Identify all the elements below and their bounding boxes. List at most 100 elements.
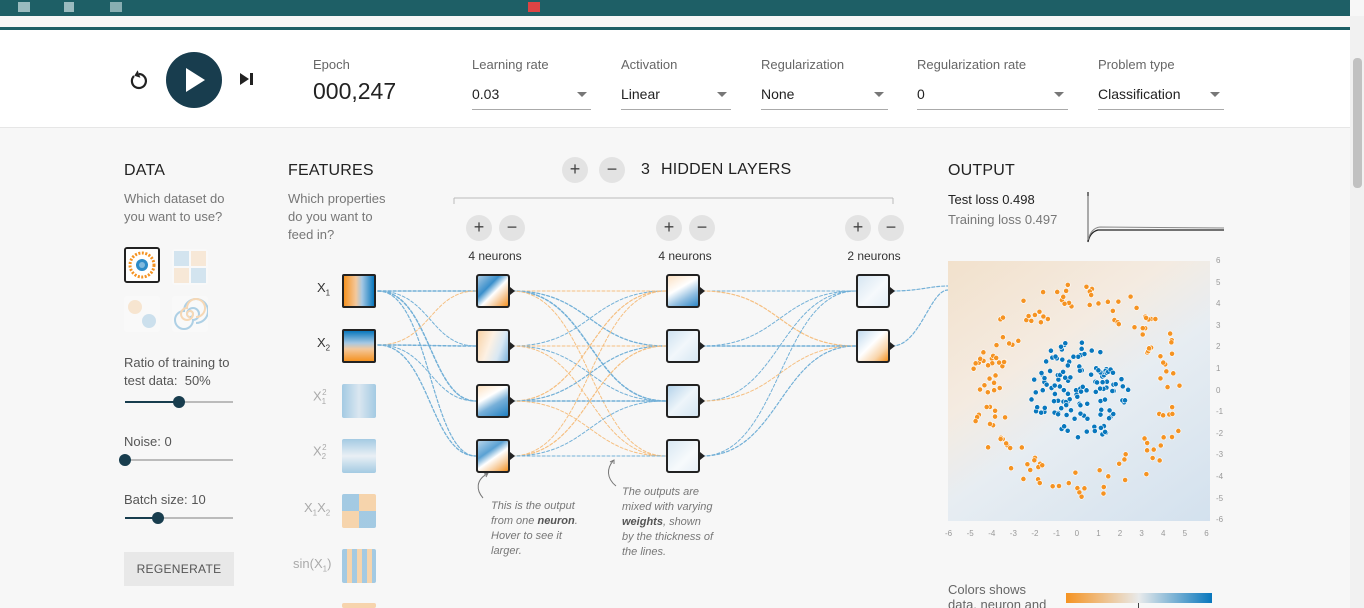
- data-point: [1025, 313, 1032, 319]
- hidden-layer-count: 3: [641, 161, 651, 178]
- y-tick-label: -4: [1216, 472, 1224, 481]
- data-point: [1061, 300, 1068, 307]
- data-point: [1032, 389, 1039, 396]
- data-point: [1084, 415, 1091, 422]
- data-point: [1143, 471, 1150, 478]
- data-point: [1157, 353, 1164, 360]
- data-point: [1098, 425, 1104, 431]
- data-point: [1127, 293, 1134, 300]
- data-point: [1097, 349, 1104, 356]
- data-point: [1043, 358, 1050, 365]
- add-neuron-button-layer-3[interactable]: +: [845, 215, 871, 241]
- neuron-l1-n4[interactable]: [476, 439, 510, 473]
- weights-callout: The outputs are mixed with varying weigh…: [622, 485, 713, 560]
- data-point: [1097, 411, 1104, 418]
- data-point: [985, 444, 992, 451]
- y-tick-label: -6: [1216, 515, 1224, 525]
- data-point: [1055, 411, 1062, 418]
- data-point: [1160, 359, 1167, 366]
- data-point: [1028, 396, 1035, 403]
- neuron-l2-n1[interactable]: [666, 274, 700, 308]
- neuron-output-arrow: [700, 397, 705, 405]
- data-point: [970, 365, 977, 372]
- data-point: [1078, 388, 1084, 395]
- neuron-l1-n1[interactable]: [476, 274, 510, 308]
- y-tick-label: 4: [1216, 299, 1221, 309]
- x-tick-label: 1: [1096, 529, 1101, 538]
- callout-line: larger.: [491, 545, 522, 557]
- add-neuron-button-layer-1[interactable]: +: [466, 215, 492, 241]
- data-point: [1099, 379, 1106, 386]
- data-point: [1163, 368, 1170, 375]
- data-point: [987, 421, 993, 427]
- neuron-output-arrow: [510, 287, 515, 295]
- color-scale-midline: [1138, 603, 1139, 608]
- data-point: [1119, 383, 1126, 390]
- data-point: [1109, 388, 1116, 394]
- x-tick-label: -1: [1053, 529, 1061, 538]
- neuron-output-arrow: [510, 342, 515, 350]
- data-point: [993, 355, 1000, 361]
- remove-layer-button[interactable]: −: [599, 157, 625, 183]
- neuron-output-arrow: [510, 452, 515, 460]
- data-point: [1052, 391, 1058, 397]
- scrollbar-thumb[interactable]: [1353, 58, 1362, 188]
- data-point: [1091, 428, 1098, 434]
- remove-neuron-button-layer-3[interactable]: −: [878, 215, 904, 241]
- neuron-l2-n2[interactable]: [666, 329, 700, 363]
- neuron-l2-n3[interactable]: [666, 384, 700, 418]
- data-point: [984, 389, 991, 396]
- x-tick-label: 6: [1204, 529, 1209, 538]
- data-point: [1059, 356, 1066, 363]
- test-loss-label: Test loss: [948, 192, 999, 207]
- data-point: [1078, 339, 1085, 346]
- data-point: [1060, 293, 1067, 300]
- data-point: [1002, 414, 1008, 421]
- data-point: [980, 349, 987, 356]
- add-layer-button[interactable]: +: [562, 157, 588, 183]
- data-point: [1077, 402, 1084, 409]
- y-tick-label: 6: [1216, 256, 1221, 265]
- data-point: [1064, 427, 1071, 434]
- data-point: [1027, 467, 1034, 473]
- data-point: [1095, 300, 1102, 307]
- data-point: [1106, 407, 1113, 414]
- data-point: [1058, 405, 1065, 412]
- data-point: [1039, 387, 1046, 394]
- data-point: [1141, 435, 1148, 442]
- callout-line: from one: [491, 515, 538, 527]
- neuron-callout: This is the output from one neuron. Hove…: [491, 499, 578, 559]
- neuron-l3-n2[interactable]: [856, 329, 890, 363]
- callout-line: , shown: [662, 516, 701, 528]
- data-point: [1041, 375, 1048, 382]
- neuron-l1-n2[interactable]: [476, 329, 510, 363]
- callout-emphasis: neuron: [537, 515, 575, 527]
- data-point: [1064, 362, 1071, 369]
- remove-neuron-button-layer-1[interactable]: −: [499, 215, 525, 241]
- data-point: [1001, 359, 1007, 365]
- data-point: [1063, 287, 1070, 294]
- data-point: [1175, 428, 1182, 434]
- neuron-l3-n1[interactable]: [856, 274, 890, 308]
- callout-line: The outputs are: [622, 486, 700, 498]
- add-neuron-button-layer-2[interactable]: +: [656, 215, 682, 241]
- data-point: [997, 436, 1004, 442]
- data-point: [1115, 298, 1122, 305]
- remove-neuron-button-layer-2[interactable]: −: [689, 215, 715, 241]
- training-loss-label: Training loss: [948, 212, 1022, 227]
- data-point: [1157, 442, 1164, 449]
- data-point: [1020, 297, 1027, 304]
- data-point: [1083, 428, 1090, 435]
- data-point: [1036, 308, 1043, 315]
- neuron-l2-n4[interactable]: [666, 439, 700, 473]
- data-point: [1031, 376, 1038, 383]
- colors-legend-line: Colors shows: [948, 582, 1027, 597]
- neuron-l1-n3[interactable]: [476, 384, 510, 418]
- page-scrollbar[interactable]: [1350, 16, 1364, 608]
- data-point: [977, 355, 984, 362]
- data-point: [1122, 477, 1129, 483]
- x-tick-label: 2: [1117, 529, 1123, 538]
- callout-line: the lines.: [622, 546, 667, 558]
- data-point: [1062, 340, 1069, 347]
- data-point: [1051, 382, 1058, 389]
